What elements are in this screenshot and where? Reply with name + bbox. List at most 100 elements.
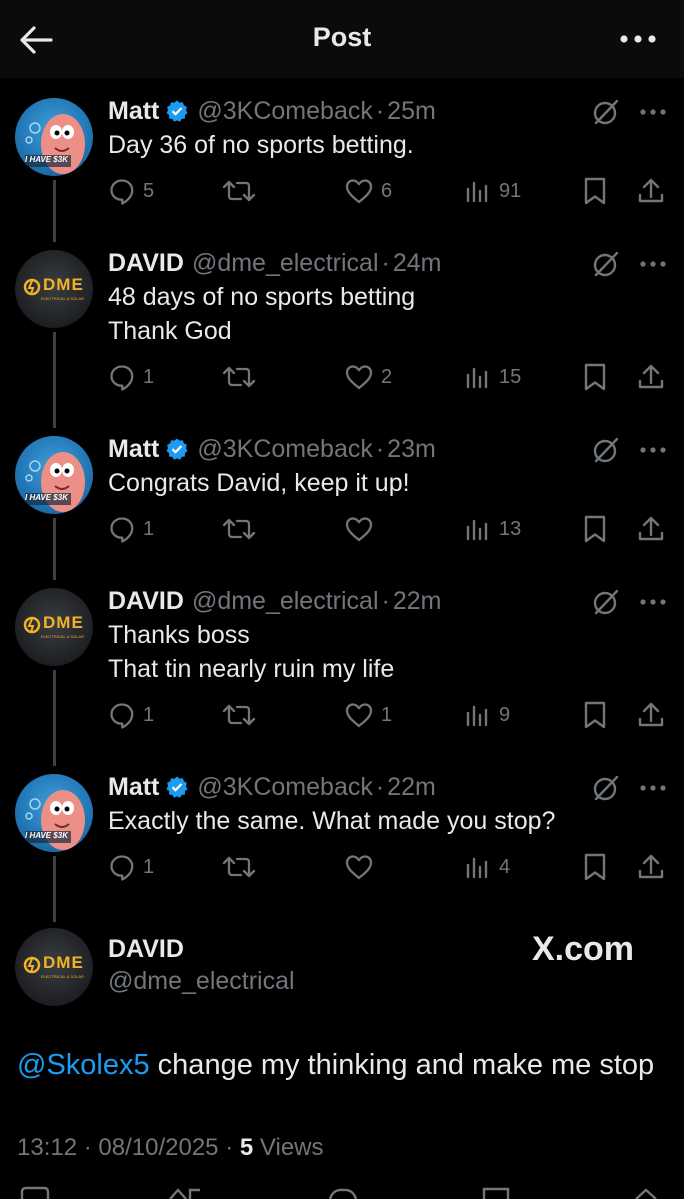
- avatar[interactable]: I HAVE $3K: [15, 436, 93, 514]
- share-button[interactable]: [636, 360, 666, 394]
- grok-icon[interactable]: [592, 588, 620, 616]
- avatar[interactable]: DME ELECTRICAL & SOLAR: [15, 928, 93, 1006]
- heart-icon: [345, 365, 373, 390]
- separator: ·: [375, 772, 385, 801]
- avatar[interactable]: I HAVE $3K: [15, 98, 93, 176]
- avatar-caption: I HAVE $3K: [25, 155, 68, 164]
- bookmark-button[interactable]: [582, 698, 608, 732]
- like-button[interactable]: 2: [344, 360, 392, 394]
- more-horizontal-icon[interactable]: [636, 774, 670, 802]
- views-button[interactable]: 13: [464, 512, 521, 546]
- repost-icon: [222, 366, 256, 388]
- reply-tweet[interactable]: I HAVE $3K Matt @3KComeback · 23m Congra…: [0, 432, 684, 562]
- post-time: 13:12: [17, 1134, 78, 1161]
- verified-badge-icon: [165, 775, 189, 799]
- repost-button[interactable]: [222, 174, 263, 208]
- grok-icon[interactable]: [592, 436, 620, 464]
- grok-icon[interactable]: [592, 98, 620, 126]
- grok-icon[interactable]: [592, 250, 620, 278]
- share-button[interactable]: [636, 512, 666, 546]
- like-button[interactable]: [344, 850, 381, 884]
- bookmark-button[interactable]: [582, 850, 608, 884]
- reply-tweet[interactable]: I HAVE $3K Matt @3KComeback · 22m Exactl…: [0, 770, 684, 900]
- author-row: DAVID @dme_electrical · 22m: [108, 584, 441, 618]
- timestamp[interactable]: 22m: [393, 587, 442, 616]
- like-button[interactable]: 6: [344, 174, 392, 208]
- more-button[interactable]: [618, 24, 658, 54]
- reply-tweet[interactable]: DME ELECTRICAL & SOLAR DAVID @dme_electr…: [0, 246, 684, 406]
- post-meta: 13:12 · 08/10/2025 · 5 Views: [17, 1134, 324, 1162]
- author-handle[interactable]: @dme_electrical: [192, 249, 379, 278]
- separator: ·: [375, 96, 385, 125]
- author-row: Matt @3KComeback · 22m: [108, 770, 436, 804]
- x-com-watermark: X.com: [532, 930, 635, 968]
- reply-icon: [110, 365, 134, 391]
- author-handle[interactable]: @3KComeback: [197, 773, 372, 802]
- view-count: 13: [499, 517, 522, 540]
- timestamp[interactable]: 22m: [387, 773, 436, 802]
- author-name[interactable]: DAVID: [108, 935, 184, 964]
- grok-icon[interactable]: [592, 774, 620, 802]
- timestamp[interactable]: 23m: [387, 435, 436, 464]
- more-horizontal-icon[interactable]: [636, 588, 670, 616]
- author-name[interactable]: DAVID: [108, 249, 184, 278]
- more-horizontal-icon[interactable]: [636, 98, 670, 126]
- avatar[interactable]: DME ELECTRICAL & SOLAR: [15, 588, 93, 666]
- reply-button[interactable]: 5: [108, 174, 154, 208]
- reply-button[interactable]: 1: [108, 850, 154, 884]
- analytics-icon: [466, 181, 488, 203]
- author-name[interactable]: Matt: [108, 773, 159, 802]
- reply-tweet[interactable]: I HAVE $3K Matt @3KComeback · 25m Day 36…: [0, 94, 684, 224]
- dme-subtitle: ELECTRICAL & SOLAR: [41, 974, 84, 979]
- verified-badge-icon: [165, 437, 189, 461]
- reply-tweet[interactable]: DME ELECTRICAL & SOLAR DAVID @dme_electr…: [0, 584, 684, 744]
- share-icon: [638, 516, 664, 541]
- like-button[interactable]: 1: [344, 698, 392, 732]
- avatar[interactable]: DME ELECTRICAL & SOLAR: [15, 250, 93, 328]
- author-handle[interactable]: @dme_electrical: [108, 967, 295, 996]
- author-handle[interactable]: @3KComeback: [197, 435, 372, 464]
- top-bar: Post: [0, 0, 684, 78]
- view-count: 91: [499, 179, 522, 202]
- action-bar: 5 6 91: [0, 174, 684, 208]
- share-button[interactable]: [636, 698, 666, 732]
- views-button[interactable]: 15: [464, 360, 521, 394]
- separator: ·: [381, 586, 390, 615]
- bookmark-button[interactable]: [582, 512, 608, 546]
- views-button[interactable]: 91: [464, 174, 521, 208]
- author-name[interactable]: Matt: [108, 97, 159, 126]
- bookmark-icon: [584, 515, 606, 543]
- repost-button[interactable]: [222, 512, 263, 546]
- author-name[interactable]: DAVID: [108, 587, 184, 616]
- analytics-icon: [466, 519, 488, 541]
- timestamp[interactable]: 24m: [393, 249, 442, 278]
- tweet-line: Day 36 of no sports betting.: [108, 131, 414, 159]
- bookmark-button[interactable]: [582, 174, 608, 208]
- views-button[interactable]: 4: [464, 850, 510, 884]
- bookmark-button[interactable]: [582, 360, 608, 394]
- views-button[interactable]: 9: [464, 698, 510, 732]
- reply-button[interactable]: 1: [108, 698, 154, 732]
- share-button[interactable]: [636, 850, 666, 884]
- reply-icon: [110, 179, 134, 205]
- repost-button[interactable]: [222, 850, 263, 884]
- share-button[interactable]: [636, 174, 666, 208]
- dme-logo: DME: [43, 275, 84, 294]
- author-name[interactable]: Matt: [108, 435, 159, 464]
- reply-button[interactable]: 1: [108, 360, 154, 394]
- bookmark-icon: [584, 853, 606, 881]
- post-text: @Skolex5 change my thinking and make me …: [17, 1049, 654, 1082]
- avatar[interactable]: I HAVE $3K: [15, 774, 93, 852]
- repost-button[interactable]: [222, 698, 263, 732]
- timestamp[interactable]: 25m: [387, 97, 436, 126]
- mention-link[interactable]: @Skolex5: [17, 1049, 150, 1081]
- author-handle[interactable]: @dme_electrical: [192, 587, 379, 616]
- more-horizontal-icon[interactable]: [636, 436, 670, 464]
- like-button[interactable]: [344, 512, 381, 546]
- more-horizontal-icon[interactable]: [636, 250, 670, 278]
- reply-button[interactable]: 1: [108, 512, 154, 546]
- action-bar: 1 1 9: [0, 698, 684, 732]
- views-count[interactable]: 5: [240, 1134, 253, 1161]
- repost-button[interactable]: [222, 360, 263, 394]
- author-handle[interactable]: @3KComeback: [197, 97, 372, 126]
